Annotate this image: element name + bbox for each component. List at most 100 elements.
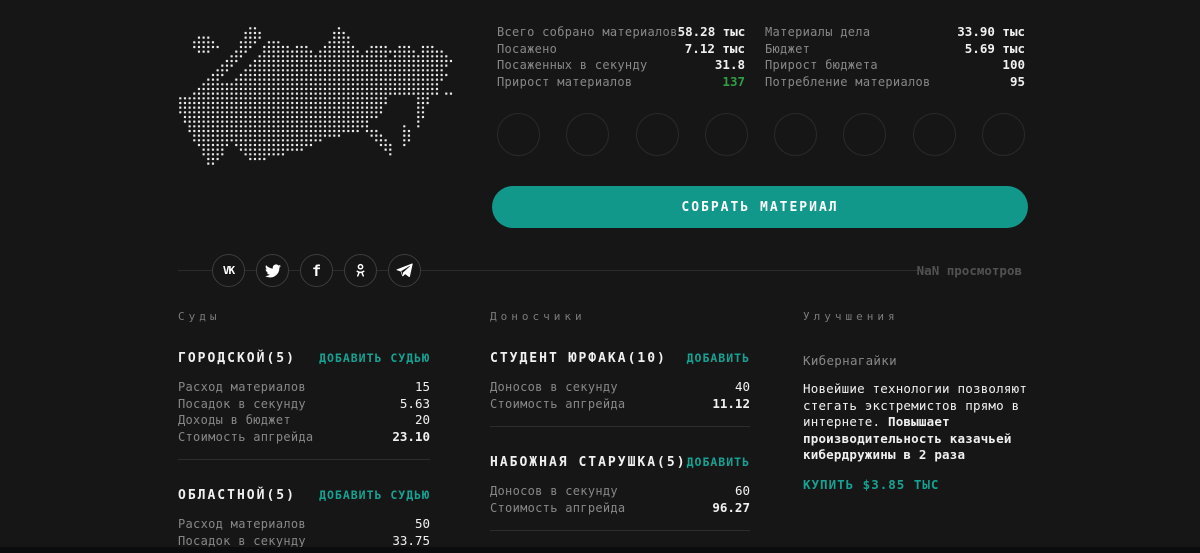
upgrades-section-title: Улучшения [803,310,1031,323]
divider [178,459,430,460]
buy-upgrade-button[interactable]: КУПИТЬ $3.85 ТЫС [803,477,1031,492]
stat-label: Доносов в секунду [490,484,618,498]
stat-label: Бюджет [765,42,810,56]
stat-label: Расход материалов [178,517,306,531]
item-head: ГОРОДСКОЙ(5) ДОБАВИТЬ СУДЬЮ [178,351,430,366]
artifact-slot[interactable] [636,113,679,156]
stat-label: Стоимость апгрейда [178,430,313,444]
stat-label: Всего собрано материалов [497,25,678,39]
stat-value: 33.90 тыс [957,24,1025,39]
stat-label: Расход материалов [178,380,306,394]
stat-value: 96.27 [712,500,750,515]
stats-column-left: Всего собрано материалов58.28 тысПосажен… [497,24,745,90]
stat-label: Посаженных в секунду [497,58,648,72]
stat-value: 11.12 [712,396,750,411]
item-name: ГОРОДСКОЙ(5) [178,351,296,366]
twitter-share-button[interactable] [256,254,289,287]
stat-value: 50 [415,516,430,531]
stat-row: Стоимость апгрейда 23.10 [178,429,430,446]
stat-label: Стоимость апгрейда [490,397,625,411]
add-button[interactable]: ДОБАВИТЬ СУДЬЮ [319,488,430,502]
facebook-icon: f [312,262,321,280]
stat-row: Посадок в секунду5.63 [178,396,430,413]
stat-row: Прирост материалов 137 [497,74,745,91]
informants-list: СТУДЕНТ ЮРФАКА(10) ДОБАВИТЬ Доносов в секу… [490,351,750,531]
add-button[interactable]: ДОБАВИТЬ [687,455,750,469]
stat-label: Прирост материалов [497,75,632,89]
stat-label: Прирост бюджета [765,58,878,72]
footer-strip [0,547,1200,553]
stat-value: 5.63 [400,396,430,411]
item-head: НАБОЖНАЯ СТАРУШКА(5)ДОБАВИТЬ [490,455,750,470]
item-rows: Расход материалов 50 Посадок в секунду 33.7… [178,516,430,549]
stat-row: Материалы дела 33.90 тыс [765,24,1025,41]
stat-label: Доносов в секунду [490,380,618,394]
stats-column-right: Материалы дела33.90 тысБюджет5.69 тысПри… [765,24,1025,90]
stat-value: 33.75 [392,533,430,548]
share-icons-row: VK f [212,254,421,287]
stat-row: Доносов в секунду 40 [490,379,750,396]
stat-label: Доходы в бюджет [178,413,291,427]
stat-label: Посадок в секунду [178,534,306,548]
stat-row: Расход материалов 15 [178,379,430,396]
stat-row: Доходы в бюджет 20 [178,412,430,429]
artifact-slot[interactable] [774,113,817,156]
stat-row: Потребление материалов 95 [765,74,1025,91]
russia-dot-map [178,26,458,166]
artifact-slot[interactable] [843,113,886,156]
add-button[interactable]: ДОБАВИТЬ [687,351,750,365]
artifact-slot[interactable] [913,113,956,156]
stat-label: Потребление материалов [765,75,931,89]
stat-value: 20 [415,412,430,427]
stat-row: Стоимость апгрейда 11.12 [490,396,750,413]
divider [490,426,750,427]
item-name: НАБОЖНАЯ СТАРУШКА(5) [490,455,687,470]
courts-list: ГОРОДСКОЙ(5) ДОБАВИТЬ СУДЬЮ Расход материа… [178,351,430,549]
item-name: СТУДЕНТ ЮРФАКА(10) [490,351,667,366]
stat-value: 137 [722,74,745,89]
game-page: Всего собрано материалов58.28 тысПосажен… [0,0,1200,553]
artifact-slot[interactable] [566,113,609,156]
artifact-slot[interactable] [705,113,748,156]
upgrade-name: Кибернагайки [803,353,1031,368]
facebook-share-button[interactable]: f [300,254,333,287]
stat-value: 40 [735,379,750,394]
stat-value: 58.28 тыс [678,24,746,39]
stat-value: 7.12 тыс [685,41,745,56]
item-name: ОБЛАСТНОЙ(5) [178,488,296,503]
informants-section: Доносчики СТУДЕНТ ЮРФАКА(10)ДОБАВИТЬДоно… [490,310,750,531]
courts-section-title: Суды [178,310,430,323]
vk-share-button[interactable]: VK [212,254,245,287]
stat-label: Материалы дела [765,25,870,39]
artifact-slot[interactable] [497,113,540,156]
stat-value: 15 [415,379,430,394]
views-counter: NaN просмотров [917,263,1022,278]
collect-material-button[interactable]: СОБРАТЬ МАТЕРИАЛ [492,186,1028,228]
stat-value: 31.8 [715,57,745,72]
stat-row: Посажено 7.12 тыс [497,41,745,58]
stat-row: Посаженных в секунду 31.8 [497,57,745,74]
stat-row: Доносов в секунду 60 [490,483,750,500]
stat-value: 23.10 [392,429,430,444]
stat-label: Посажено [497,42,557,56]
telegram-icon [396,263,413,278]
vk-icon: VK [223,264,234,277]
artifact-slot[interactable] [982,113,1025,156]
artifact-slots-row [497,113,1025,156]
stat-row: Всего собрано материалов58.28 тыс [497,24,745,41]
add-button[interactable]: ДОБАВИТЬ СУДЬЮ [319,351,430,365]
resource-stats-panel: Всего собрано материалов58.28 тысПосажен… [497,24,1025,90]
odnoklassniki-share-button[interactable] [344,254,377,287]
stat-value: 60 [735,483,750,498]
upgrades-section: Улучшения Кибернагайки Новейшие технолог… [803,310,1031,492]
item-head: ОБЛАСТНОЙ(5) ДОБАВИТЬ СУДЬЮ [178,488,430,503]
stat-row: Прирост бюджета100 [765,57,1025,74]
item-rows: Расход материалов 15 Посадок в секунду5.63… [178,379,430,445]
telegram-share-button[interactable] [388,254,421,287]
stat-label: Стоимость апгрейда [490,501,625,515]
item-rows: Доносов в секунду 40 Стоимость апгрейда 11.… [490,379,750,412]
item-head: СТУДЕНТ ЮРФАКА(10) ДОБАВИТЬ [490,351,750,366]
item-rows: Доносов в секунду 60 Стоимость апгрейда 96.… [490,483,750,516]
stat-value: 95 [1010,74,1025,89]
stat-row: Расход материалов 50 [178,516,430,533]
